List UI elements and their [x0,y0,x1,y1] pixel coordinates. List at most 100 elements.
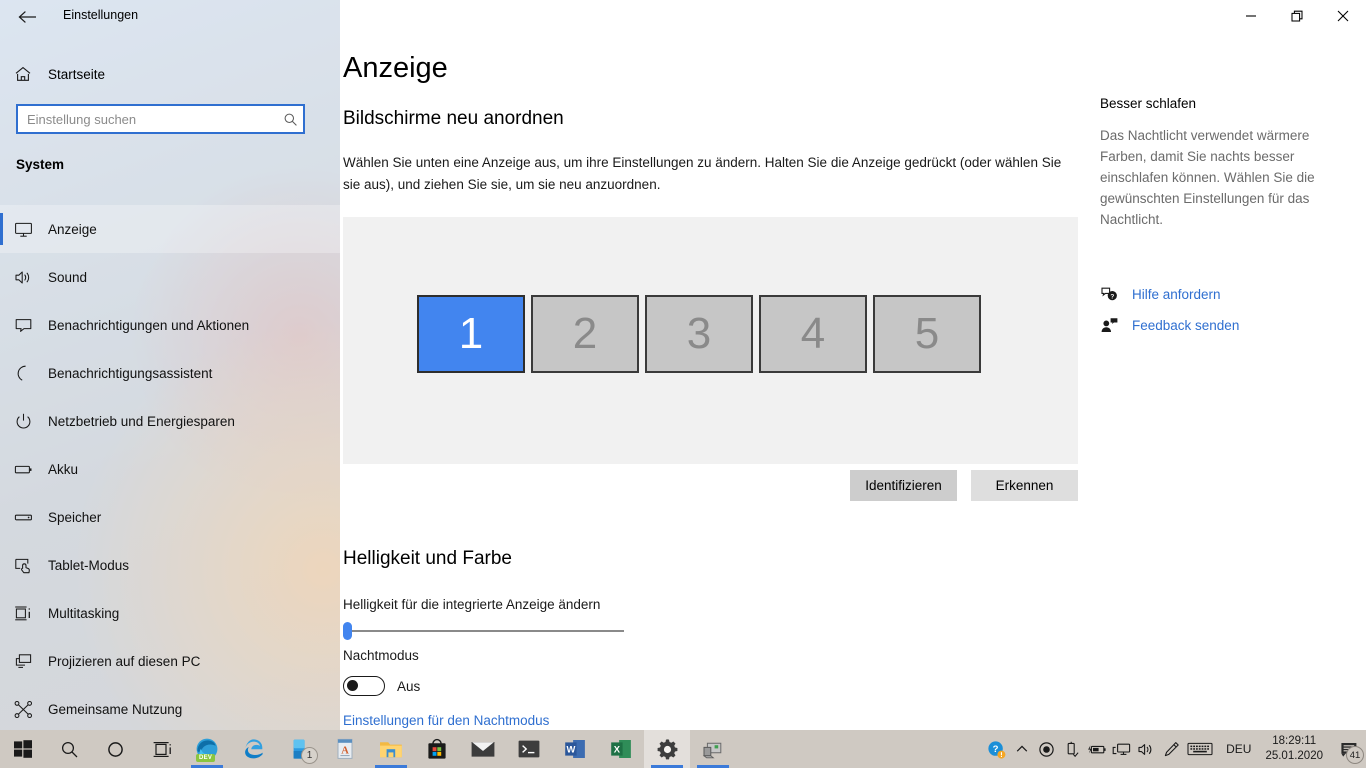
settings-window: Anzeige Bildschirme neu anordnen Wählen … [0,0,1366,768]
svg-text:X: X [614,743,621,754]
get-help-link[interactable]: ? Hilfe anfordern [1100,279,1348,310]
monitor-list: 1 2 3 4 5 [417,295,981,373]
sidebar-item-anzeige[interactable]: Anzeige [0,205,340,253]
network-icon[interactable] [1109,730,1134,768]
clock-time: 18:29:11 [1272,735,1317,747]
cortana-button[interactable] [92,730,138,768]
monitor-number: 3 [686,309,712,358]
sidebar-item-label: Tablet-Modus [48,557,130,573]
sidebar-item-netzbetrieb-und-energiesparen[interactable]: Netzbetrieb und Energiesparen [0,397,340,445]
taskbar: DEV 1 A W X ? DEU 18:29:11 25.01.2020 41 [0,730,1366,768]
sidebar-item-projizieren-auf-diesen-pc[interactable]: Projizieren auf diesen PC [0,637,340,685]
night-mode-settings-link[interactable]: Einstellungen für den Nachtmodus [343,713,549,728]
home-icon [14,65,44,83]
language-indicator[interactable]: DEU [1216,730,1261,768]
get-help-label: Hilfe anfordern [1132,287,1221,302]
file-explorer-button[interactable] [368,730,414,768]
monitor-tile-4[interactable]: 4 [759,295,867,373]
sidebar-home-label: Startseite [48,66,106,82]
minimize-button[interactable] [1228,0,1274,32]
svg-text:A: A [341,745,349,756]
security-warning-icon[interactable]: ? [984,730,1009,768]
microsoft-store-button[interactable] [414,730,460,768]
taskbar-badge: 1 [301,747,318,764]
sidebar-item-tablet-modus[interactable]: Tablet-Modus [0,541,340,589]
monitor-tile-1[interactable]: 1 [417,295,525,373]
notification-count-badge: 41 [1346,746,1364,764]
volume-icon[interactable] [1134,730,1159,768]
sidebar-item-benachrichtigungen-und-aktionen[interactable]: Benachrichtigungen und Aktionen [0,301,340,349]
clock[interactable]: 18:29:11 25.01.2020 [1261,730,1332,768]
send-feedback-link[interactable]: Feedback senden [1100,310,1348,341]
right-info-panel: Besser schlafen Das Nachtlicht verwendet… [1100,96,1348,341]
slider-thumb[interactable] [343,622,352,640]
sidebar-item-akku[interactable]: Akku [0,445,340,493]
system-tray: ? DEU 18:29:11 25.01.2020 41 [984,730,1366,768]
right-panel-body: Das Nachtlicht verwendet wärmere Farben,… [1100,128,1315,227]
show-hidden-icons-chevron[interactable] [1009,730,1034,768]
terminal-button[interactable] [506,730,552,768]
search-input[interactable] [18,106,277,132]
sidebar-item-label: Benachrichtigungen und Aktionen [48,317,250,333]
brightness-label: Helligkeit für die integrierte Anzeige ä… [343,597,601,612]
monitor-tile-3[interactable]: 3 [645,295,753,373]
mail-button[interactable] [460,730,506,768]
identify-button[interactable]: Identifizieren [850,470,957,501]
wordpad-button[interactable]: A [322,730,368,768]
storage-icon [14,508,44,527]
monitor-number: 5 [914,309,940,358]
svg-text:W: W [566,743,575,754]
sidebar-item-label: Gemeinsame Nutzung [48,701,183,717]
monitor-action-buttons: Identifizieren Erkennen [343,470,1078,501]
excel-button[interactable]: X [598,730,644,768]
share-icon [14,700,44,719]
edge-dev-badge: DEV [196,754,216,762]
moon-icon [14,364,44,383]
sidebar-item-multitasking[interactable]: Multitasking [0,589,340,637]
settings-button[interactable] [644,730,690,768]
sidebar-item-speicher[interactable]: Speicher [0,493,340,541]
touch-keyboard-icon[interactable] [1184,730,1216,768]
window-controls [1228,0,1366,32]
back-button[interactable] [8,4,48,30]
help-bubble-icon: ? [1100,286,1119,303]
monitor-number: 4 [800,309,826,358]
battery-charging-icon[interactable] [1084,730,1109,768]
night-mode-label: Nachtmodus [343,648,419,663]
search-box[interactable] [16,104,305,134]
action-center-button[interactable]: 41 [1332,730,1366,768]
power-icon [14,412,44,431]
word-button[interactable]: W [552,730,598,768]
remote-desktop-button[interactable] [690,730,736,768]
detect-button[interactable]: Erkennen [971,470,1078,501]
taskbar-search-button[interactable] [46,730,92,768]
monitor-tile-2[interactable]: 2 [531,295,639,373]
your-phone-button[interactable]: 1 [276,730,322,768]
task-view-button[interactable] [138,730,184,768]
close-button[interactable] [1320,0,1366,32]
clock-date: 25.01.2020 [1265,750,1323,762]
night-mode-toggle[interactable] [343,676,385,696]
maximize-restore-button[interactable] [1274,0,1320,32]
night-mode-state: Aus [397,678,421,694]
sidebar-item-label: Multitasking [48,605,120,621]
edge-dev-button[interactable]: DEV [184,730,230,768]
sidebar-item-home[interactable]: Startseite [0,58,340,90]
monitor-icon [14,220,44,239]
start-button[interactable] [0,730,46,768]
record-icon[interactable] [1034,730,1059,768]
toggle-knob [347,680,358,691]
monitor-tile-5[interactable]: 5 [873,295,981,373]
tablet-hand-icon [14,556,44,575]
edge-legacy-button[interactable] [230,730,276,768]
taskbar-items: DEV 1 A W X [0,730,736,768]
monitor-arrangement-canvas[interactable]: 1 2 3 4 5 [343,217,1078,464]
sidebar-item-label: Anzeige [48,221,97,237]
sidebar-item-label: Benachrichtigungsassistent [48,365,213,381]
sidebar-item-sound[interactable]: Sound [0,253,340,301]
safely-remove-usb-icon[interactable] [1059,730,1084,768]
pen-icon[interactable] [1159,730,1184,768]
sidebar-item-gemeinsame-nutzung[interactable]: Gemeinsame Nutzung [0,685,340,733]
brightness-slider[interactable] [343,622,624,640]
sidebar-item-benachrichtigungsassistent[interactable]: Benachrichtigungsassistent [0,349,340,397]
